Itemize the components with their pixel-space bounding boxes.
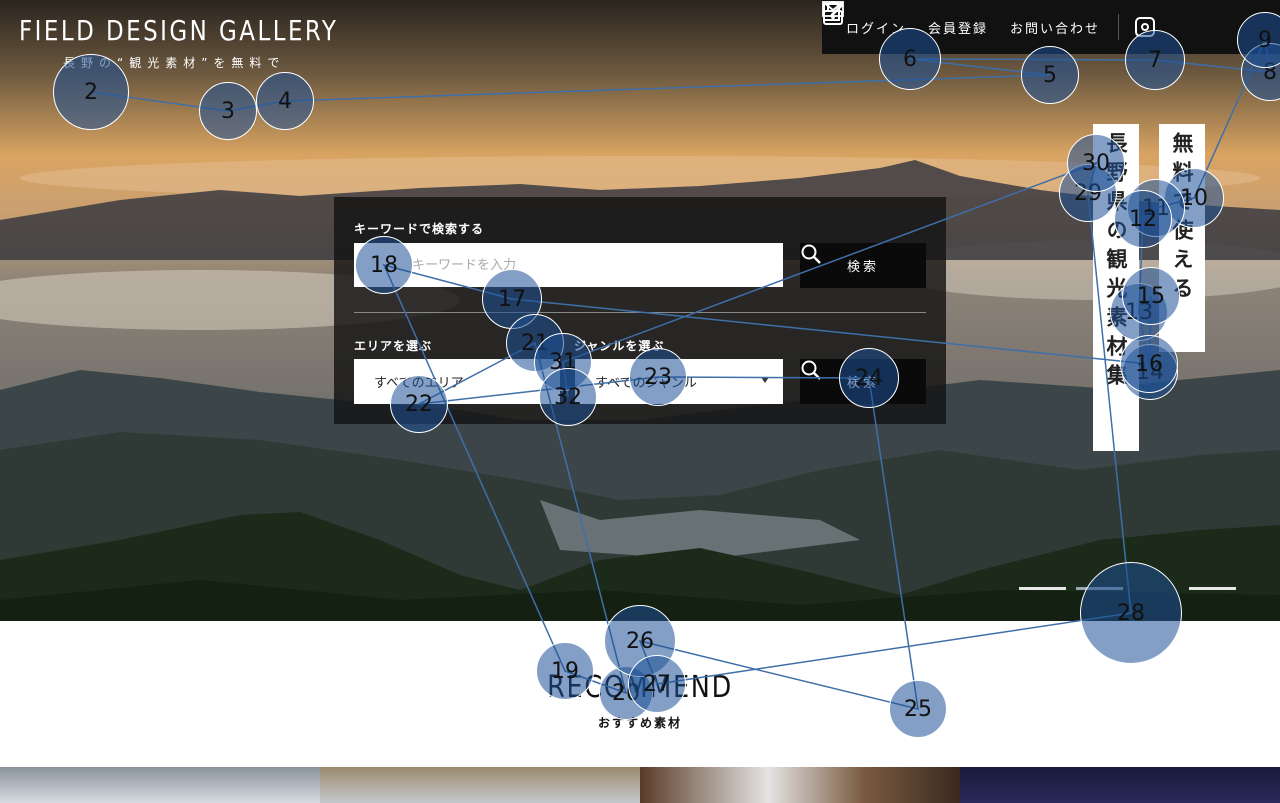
slider-indicator-3[interactable] — [1189, 587, 1236, 590]
hero-vertical-text-collection: 長野県の観光素材集 — [1093, 124, 1139, 451]
site-tagline: 長野の“観光素材”を無料で — [63, 56, 286, 70]
search-panel: キーワードで検索する 検索 エリアを選ぶ ジャンルを選ぶ すべてのエリア すべて… — [334, 197, 946, 424]
search-icon — [801, 244, 821, 264]
site-logo[interactable]: FIELD DESIGN GALLERY — [19, 14, 338, 47]
genre-select[interactable]: すべてのジャンル — [575, 359, 783, 404]
genre-select-value: すべてのジャンル — [595, 376, 697, 391]
recommend-section: RECOMMEND おすすめ素材 — [0, 621, 1280, 767]
login-link[interactable]: ログイン — [823, 1, 907, 37]
area-select[interactable]: すべてのエリア — [354, 359, 560, 404]
contact-link[interactable]: お問い合わせ — [822, 1, 1101, 37]
login-label: ログイン — [846, 21, 907, 37]
recommend-subtitle: おすすめ素材 — [597, 716, 682, 730]
instagram-icon[interactable] — [1135, 17, 1156, 37]
search-icon — [801, 360, 821, 380]
mail-icon — [822, 1, 844, 17]
keyword-search-button[interactable]: 検索 — [800, 243, 926, 288]
keyword-label: キーワードで検索する — [354, 222, 485, 236]
slider-indicator-1[interactable] — [1019, 587, 1066, 590]
keyword-input[interactable] — [354, 243, 783, 287]
keyword-search-label: 検索 — [846, 259, 879, 274]
hero-image: FIELD DESIGN GALLERY 長野の“観光素材”を無料で ログイン … — [0, 0, 1280, 621]
genre-label: ジャンルを選ぶ — [574, 339, 665, 353]
thumbnail-lake[interactable] — [320, 767, 640, 803]
search-divider — [354, 312, 926, 313]
recommend-title: RECOMMEND — [547, 670, 733, 705]
register-link[interactable]: 会員登録 — [823, 3, 989, 37]
thumbnail-snow-forest[interactable] — [640, 767, 960, 803]
area-label: エリアを選ぶ — [354, 339, 433, 353]
nav-divider — [1118, 14, 1120, 40]
thumbnail-night-sky[interactable] — [960, 767, 1280, 803]
contact-label: お問い合わせ — [1010, 21, 1101, 37]
chevron-down-icon — [761, 377, 769, 383]
slider-indicator-2[interactable] — [1076, 587, 1123, 590]
area-select-value: すべてのエリア — [374, 376, 464, 391]
filter-search-button[interactable]: 検索 — [800, 359, 926, 404]
thumbnail-snow-mountain[interactable] — [0, 767, 320, 803]
top-navigation: ログイン 会員登録 お問い合わせ — [822, 0, 1280, 54]
hero-vertical-text-free: 無料で使える — [1159, 124, 1205, 352]
recommend-thumbnails — [0, 767, 1280, 803]
filter-search-label: 検索 — [846, 375, 879, 390]
register-label: 会員登録 — [928, 21, 989, 37]
